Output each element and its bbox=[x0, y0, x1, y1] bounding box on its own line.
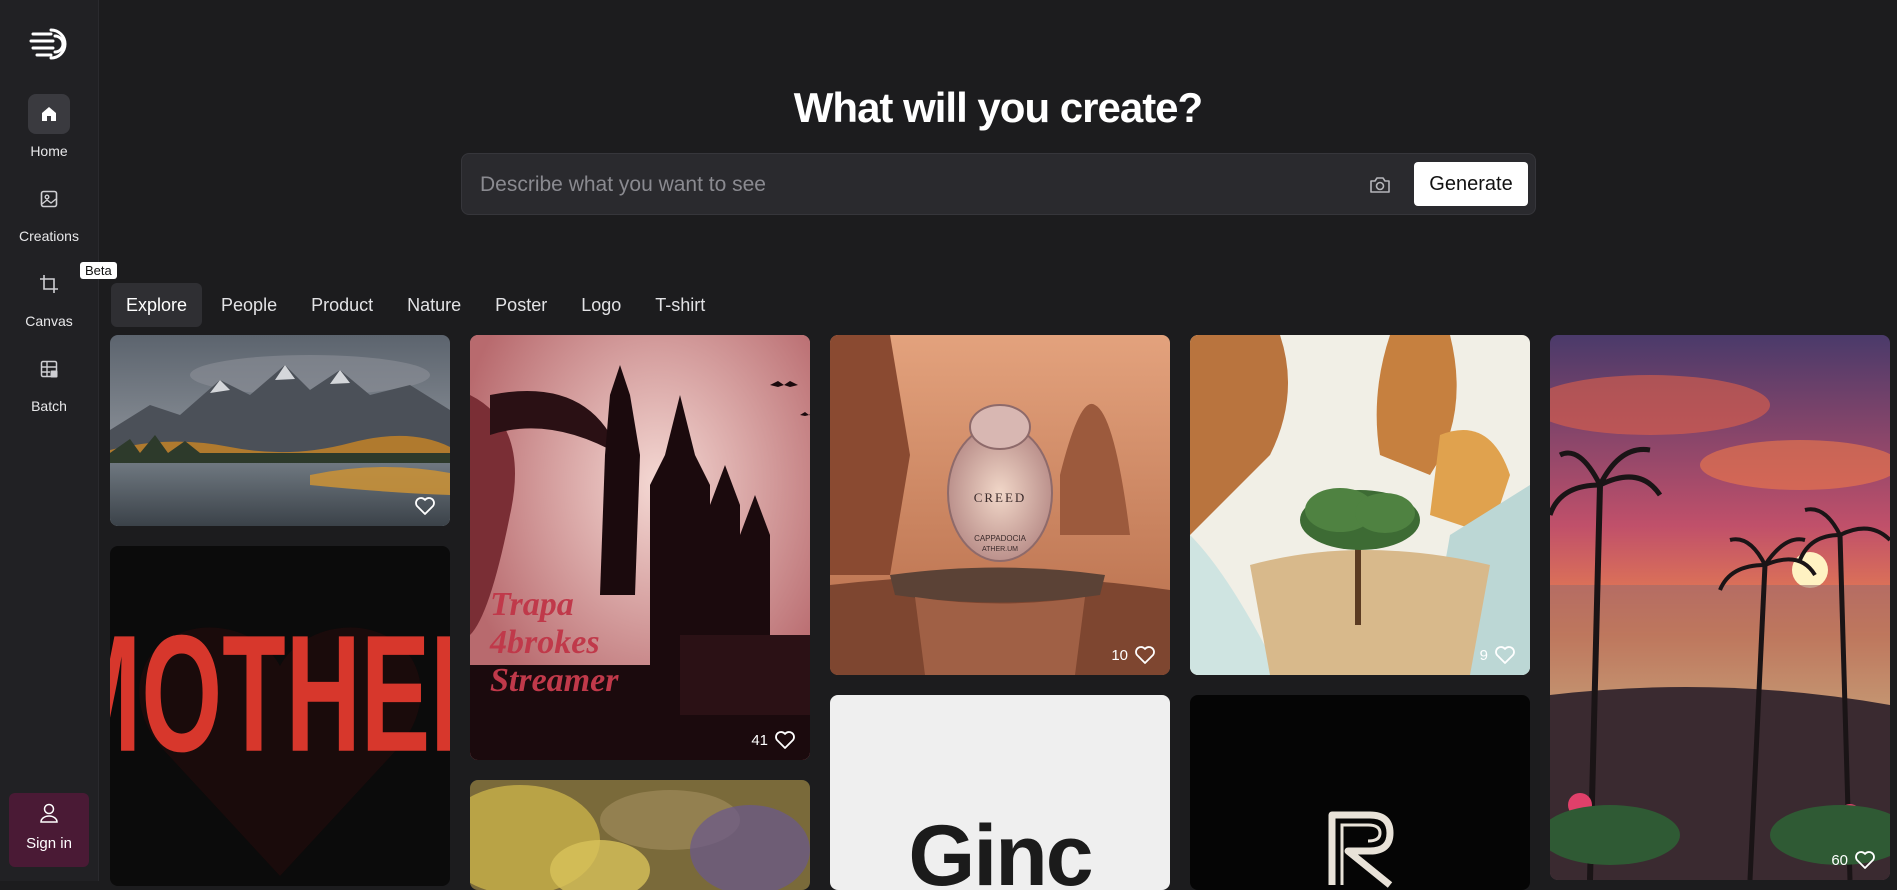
crop-icon bbox=[40, 275, 58, 293]
heart-icon bbox=[1855, 851, 1875, 869]
gallery-card-vampire-poster[interactable]: Trapa 4brokes Streamer 41 bbox=[470, 335, 810, 760]
mother-heart-image: MOTHER bbox=[110, 601, 450, 876]
heart-icon bbox=[1495, 646, 1515, 664]
like-control[interactable]: 9 bbox=[1480, 645, 1516, 665]
gallery-card-sunset-palms[interactable]: 60 bbox=[1550, 335, 1890, 880]
tab-people[interactable]: People bbox=[206, 283, 292, 327]
perfume-sub-text: ATHER.UM bbox=[982, 546, 1018, 553]
sidebar-item-label: Canvas bbox=[25, 313, 73, 329]
tab-explore[interactable]: Explore bbox=[111, 283, 203, 327]
image-icon bbox=[40, 190, 58, 208]
like-control[interactable]: 60 bbox=[1831, 850, 1876, 870]
main-content: What will you create? Generate Explore P… bbox=[99, 0, 1897, 890]
tab-logo[interactable]: Logo bbox=[566, 283, 636, 327]
poster-line-1: Trapa bbox=[490, 586, 574, 623]
tab-product[interactable]: Product bbox=[296, 283, 388, 327]
like-count: 60 bbox=[1831, 851, 1848, 869]
prompt-input[interactable] bbox=[480, 166, 1340, 204]
like-count: 41 bbox=[751, 731, 768, 749]
poster-line-3: Streamer bbox=[490, 662, 619, 699]
sidebar-item-creations[interactable]: Creations bbox=[0, 179, 98, 244]
camera-icon[interactable] bbox=[1368, 173, 1392, 197]
page-title: What will you create? bbox=[793, 84, 1203, 131]
prompt-bar: Generate bbox=[461, 153, 1536, 215]
like-control[interactable]: 10 bbox=[1111, 645, 1156, 665]
category-tabs: Explore People Product Nature Poster Log… bbox=[111, 283, 720, 327]
flowers-image bbox=[470, 780, 810, 890]
sidebar-item-canvas[interactable]: Beta Canvas bbox=[0, 262, 117, 329]
home-icon bbox=[42, 107, 56, 121]
gallery-card-flowers[interactable] bbox=[470, 780, 810, 890]
gallery-card-mother[interactable]: MOTHER bbox=[110, 546, 450, 886]
heart-icon bbox=[1135, 646, 1155, 664]
gallery-card-desert-tree[interactable]: 9 bbox=[1190, 335, 1530, 675]
r-logo-image bbox=[1328, 811, 1394, 888]
sidebar-item-batch[interactable]: Batch bbox=[0, 349, 98, 414]
tab-nature[interactable]: Nature bbox=[392, 283, 476, 327]
perfume-name-text: CAPPADOCIA bbox=[974, 534, 1027, 543]
sidebar-item-label: Batch bbox=[31, 398, 67, 414]
mother-text: MOTHER bbox=[110, 601, 450, 787]
sidebar-item-label: Creations bbox=[19, 228, 79, 244]
logo-type-text: Ginc bbox=[908, 808, 1091, 890]
gallery-card-r-logo[interactable] bbox=[1190, 695, 1530, 890]
like-count: 9 bbox=[1479, 646, 1488, 664]
sign-in-button[interactable]: Sign in bbox=[9, 793, 89, 867]
poster-line-2: 4brokes bbox=[489, 624, 600, 661]
gallery-card-perfume[interactable]: CREED CAPPADOCIA ATHER.UM 10 bbox=[830, 335, 1170, 675]
sidebar-item-home[interactable]: Home bbox=[0, 94, 98, 159]
vampire-castle-image: Trapa 4brokes Streamer bbox=[470, 335, 810, 760]
like-control[interactable] bbox=[408, 496, 436, 516]
desert-tree-image bbox=[1190, 335, 1530, 675]
tab-tshirt[interactable]: T-shirt bbox=[640, 283, 720, 327]
sidebar: Home Creations Beta Canvas Batch Sign in bbox=[0, 0, 117, 881]
heart-icon bbox=[415, 497, 435, 515]
gallery-card-mountain-lake[interactable] bbox=[110, 335, 450, 526]
sunset-palms-image bbox=[1550, 335, 1890, 880]
sidebar-item-label: Home bbox=[30, 143, 68, 159]
user-icon bbox=[40, 803, 58, 823]
tab-poster[interactable]: Poster bbox=[480, 283, 562, 327]
grid-icon bbox=[40, 360, 58, 378]
generate-button[interactable]: Generate bbox=[1414, 162, 1528, 206]
sign-in-label: Sign in bbox=[26, 835, 72, 852]
perfume-bottle-image: CREED CAPPADOCIA ATHER.UM bbox=[830, 335, 1170, 675]
mountain-lake-image bbox=[110, 335, 450, 526]
brand-logo-icon[interactable] bbox=[29, 24, 69, 64]
gallery-card-logo-type[interactable]: Ginc bbox=[830, 695, 1170, 890]
heart-icon bbox=[775, 731, 795, 749]
like-count: 10 bbox=[1111, 646, 1128, 664]
perfume-brand-text: CREED bbox=[974, 490, 1027, 505]
like-control[interactable]: 41 bbox=[751, 730, 796, 750]
logo-type-image: Ginc bbox=[908, 808, 1093, 890]
